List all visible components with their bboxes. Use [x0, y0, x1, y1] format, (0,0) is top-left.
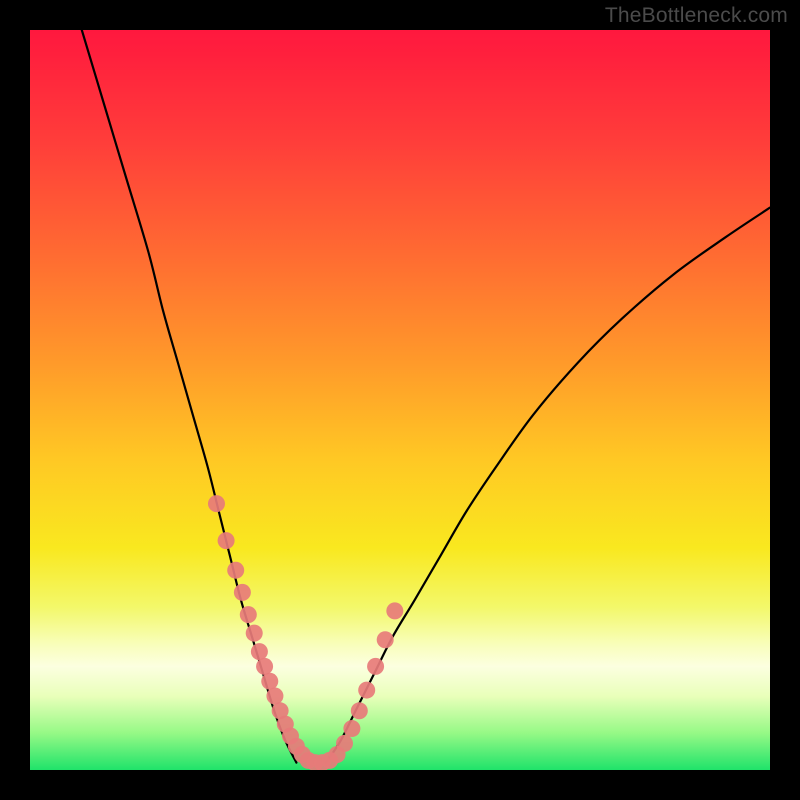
marker-point [266, 688, 283, 705]
marker-point [208, 495, 225, 512]
curve-layer [30, 30, 770, 770]
marker-point [358, 682, 375, 699]
marker-point [336, 735, 353, 752]
marker-point [261, 673, 278, 690]
marker-point [343, 720, 360, 737]
right-curve [326, 208, 770, 763]
marker-group [208, 495, 403, 770]
marker-point [227, 562, 244, 579]
marker-point [367, 658, 384, 675]
plot-area [30, 30, 770, 770]
marker-point [234, 584, 251, 601]
marker-point [377, 631, 394, 648]
watermark-text: TheBottleneck.com [605, 4, 788, 28]
marker-point [251, 643, 268, 660]
marker-point [246, 625, 263, 642]
marker-point [240, 606, 257, 623]
marker-point [351, 702, 368, 719]
marker-point [218, 532, 235, 549]
marker-point [386, 602, 403, 619]
marker-point [256, 658, 273, 675]
chart-frame: TheBottleneck.com [0, 0, 800, 800]
